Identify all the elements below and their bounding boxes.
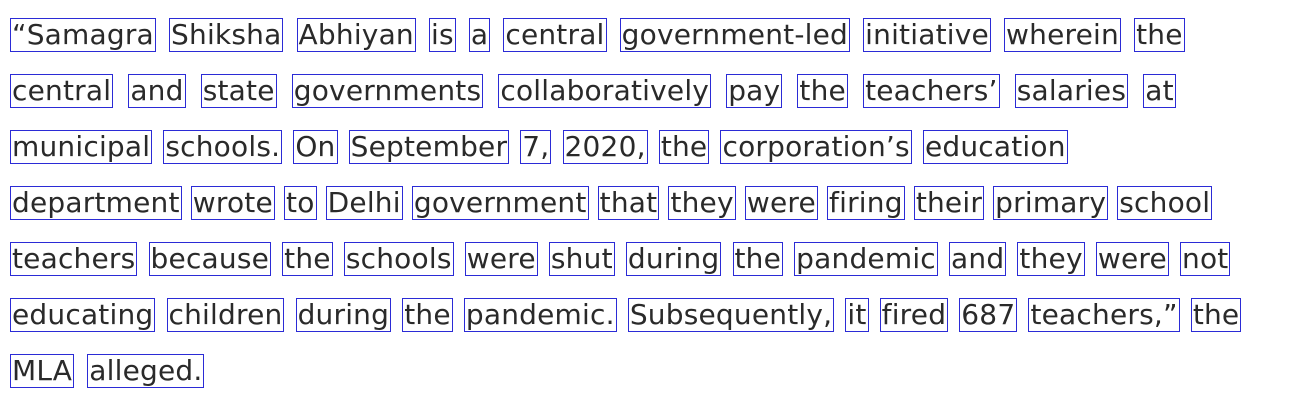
word: 2020, [562,130,648,164]
word: fired [879,298,949,332]
word: schools [343,242,454,276]
word: Delhi [325,186,403,220]
word: schools. [163,130,283,164]
word: were [464,242,538,276]
text-line-6: educating children during the pandemic. … [10,286,1295,342]
word: is [428,18,456,52]
word: the [658,130,710,164]
word: were [1095,242,1169,276]
word: initiative [863,18,991,52]
word: shut [548,242,615,276]
text-line-7: MLA alleged. [10,342,1295,398]
word: they [668,186,736,220]
word: teachers,” [1028,298,1180,332]
word: the [1134,18,1185,52]
word: primary [993,186,1109,220]
word: municipal [10,130,153,164]
word: government-led [619,18,851,52]
word: 687 [959,298,1018,332]
word: the [1190,298,1242,332]
word: and [128,74,186,108]
word: teachers [10,242,138,276]
word: pay [726,74,783,108]
word: it [845,298,869,332]
document-body: “Samagra Shiksha Abhiyan is a central go… [10,6,1295,398]
word: educating [10,298,156,332]
word: to [284,186,317,220]
text-line-5: teachers because the schools were shut d… [10,230,1295,286]
word: central [503,18,607,52]
word: during [295,298,392,332]
word: their [913,186,985,220]
word: government [411,186,589,220]
word: firing [827,186,905,220]
word: 7, [520,130,552,164]
word: were [744,186,818,220]
word: the [402,298,453,332]
word: September [348,130,510,164]
word: children [166,298,285,332]
text-line-1: “Samagra Shiksha Abhiyan is a central go… [10,6,1295,62]
word: Abhiyan [296,18,416,52]
word: that [597,186,660,220]
word: department [10,186,182,220]
word: the [797,74,848,108]
word: governments [291,74,484,108]
word: pandemic [794,242,938,276]
word: teachers’ [863,74,1000,108]
word: at [1143,74,1176,108]
word: MLA [10,354,75,388]
word: because [148,242,272,276]
word: alleged. [87,354,205,388]
word: Shiksha [169,18,284,52]
word: a [468,18,491,52]
word: wherein [1004,18,1121,52]
text-line-3: municipal schools. On September 7, 2020,… [10,118,1295,174]
text-line-4: department wrote to Delhi government tha… [10,174,1295,230]
word: and [949,242,1007,276]
word: they [1017,242,1085,276]
word: during [625,242,722,276]
text-line-2: central and state governments collaborat… [10,62,1295,118]
word: On [293,130,338,164]
word: the [732,242,784,276]
word: pandemic. [463,298,617,332]
word: state [200,74,277,108]
word: school [1117,186,1213,220]
word: wrote [190,186,275,220]
word: education [922,130,1068,164]
word: central [10,74,114,108]
word: the [282,242,333,276]
word: “Samagra [10,18,156,52]
word: salaries [1014,74,1129,108]
word: corporation’s [720,130,912,164]
word: collaboratively [498,74,712,108]
word: Subsequently, [627,298,835,332]
word: not [1180,242,1231,276]
